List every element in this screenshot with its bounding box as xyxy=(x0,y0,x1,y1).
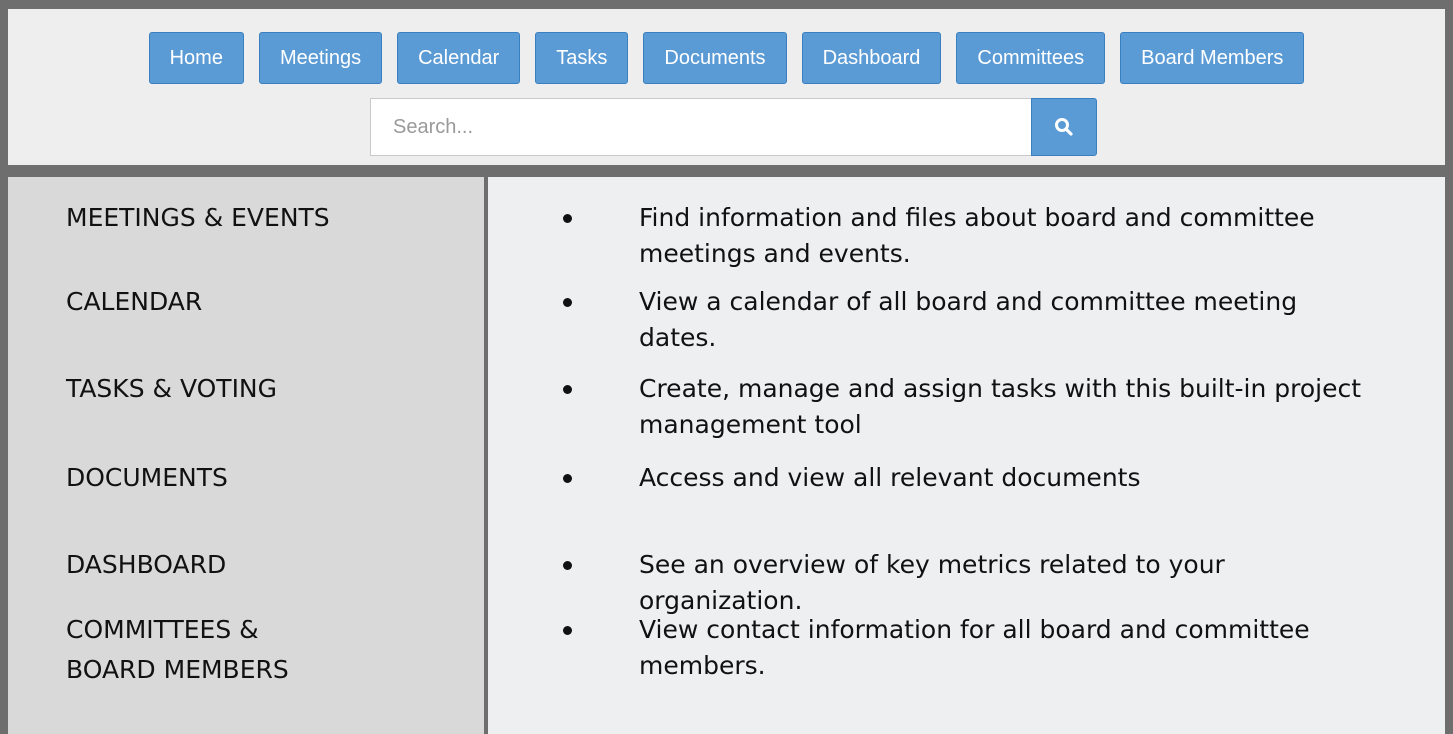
nav-committees[interactable]: Committees xyxy=(956,32,1106,84)
feature-description-text: Access and view all relevant documents xyxy=(639,463,1141,492)
feature-label: MEETINGS & EVENTS xyxy=(66,203,330,232)
nav-tasks[interactable]: Tasks xyxy=(535,32,629,84)
bullet-icon xyxy=(563,214,572,223)
main-nav: Home Meetings Calendar Tasks Documents D… xyxy=(8,32,1445,84)
feature-description-text: Create, manage and assign tasks with thi… xyxy=(639,374,1362,439)
search-button[interactable] xyxy=(1031,98,1097,156)
bullet-icon xyxy=(563,561,572,570)
feature-labels: MEETINGS & EVENTS CALENDAR TASKS & VOTIN… xyxy=(8,177,488,734)
feature-label: DOCUMENTS xyxy=(66,463,228,492)
feature-description-text: Find information and files about board a… xyxy=(639,203,1315,268)
search-input[interactable] xyxy=(370,98,1031,156)
feature-label-line1: COMMITTEES & xyxy=(66,615,259,644)
feature-label: DASHBOARD xyxy=(66,550,227,579)
feature-description: Access and view all relevant documents xyxy=(563,460,1363,496)
search-bar xyxy=(370,98,1097,156)
feature-description: Create, manage and assign tasks with thi… xyxy=(563,371,1363,443)
nav-calendar[interactable]: Calendar xyxy=(397,32,521,84)
bullet-icon xyxy=(563,385,572,394)
bullet-icon xyxy=(563,298,572,307)
nav-documents[interactable]: Documents xyxy=(643,32,787,84)
search-icon xyxy=(1054,117,1074,137)
nav-board-members[interactable]: Board Members xyxy=(1120,32,1305,84)
feature-description: See an overview of key metrics related t… xyxy=(563,547,1363,619)
feature-description: Find information and files about board a… xyxy=(563,200,1363,272)
feature-description-text: See an overview of key metrics related t… xyxy=(639,550,1225,615)
feature-label: CALENDAR xyxy=(66,287,203,316)
nav-home[interactable]: Home xyxy=(148,32,244,84)
feature-label: TASKS & VOTING xyxy=(66,374,278,403)
feature-panel: MEETINGS & EVENTS CALENDAR TASKS & VOTIN… xyxy=(8,177,1445,734)
nav-meetings[interactable]: Meetings xyxy=(258,32,383,84)
feature-label: COMMITTEES & BOARD MEMBERS xyxy=(66,612,289,688)
feature-description-text: View a calendar of all board and committ… xyxy=(639,287,1298,352)
nav-dashboard[interactable]: Dashboard xyxy=(801,32,942,84)
header: Home Meetings Calendar Tasks Documents D… xyxy=(8,9,1445,165)
feature-label-line2: BOARD MEMBERS xyxy=(66,655,289,684)
page-frame: Home Meetings Calendar Tasks Documents D… xyxy=(0,0,1453,734)
feature-description-text: View contact information for all board a… xyxy=(639,615,1310,680)
feature-description: View a calendar of all board and committ… xyxy=(563,284,1363,356)
feature-description: View contact information for all board a… xyxy=(563,612,1363,684)
feature-descriptions: Find information and files about board a… xyxy=(488,177,1445,734)
bullet-icon xyxy=(563,626,572,635)
bullet-icon xyxy=(563,474,572,483)
